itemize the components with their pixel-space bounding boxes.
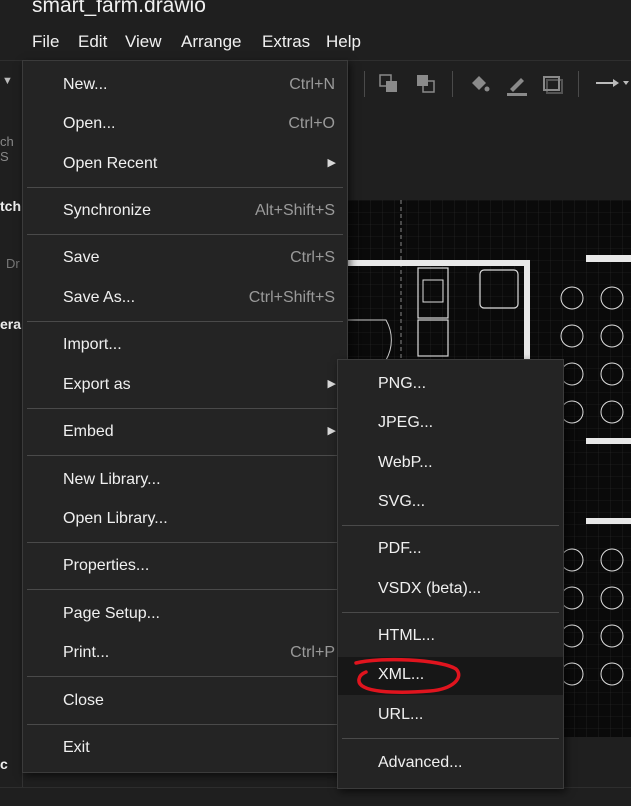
menu-file[interactable]: File <box>32 32 59 52</box>
export-svg[interactable]: SVG... <box>338 484 563 522</box>
menu-item-embed[interactable]: Embed ▶ <box>23 414 347 452</box>
export-url[interactable]: URL... <box>338 697 563 735</box>
menu-view[interactable]: View <box>125 32 162 52</box>
to-back-icon[interactable] <box>415 73 437 95</box>
canvas-margin <box>346 108 631 200</box>
menu-item-print[interactable]: Print... Ctrl+P <box>23 635 347 673</box>
menu-item-label: HTML... <box>378 627 435 644</box>
scratchpad-fragment: tch <box>0 198 21 214</box>
menu-item-label: Open Library... <box>63 510 168 527</box>
menu-item-label: New... <box>63 76 108 93</box>
menu-item-label: Open... <box>63 115 116 132</box>
file-menu: New... Ctrl+N Open... Ctrl+O Open Recent… <box>22 60 348 773</box>
shortcut-label: Ctrl+O <box>288 115 335 132</box>
menu-item-label: JPEG... <box>378 414 434 431</box>
export-xml[interactable]: XML... <box>338 657 563 695</box>
drag-hint-fragment: Dr <box>6 256 20 271</box>
menu-item-exit[interactable]: Exit <box>23 730 347 768</box>
menu-item-close[interactable]: Close <box>23 683 347 721</box>
export-html[interactable]: HTML... <box>338 618 563 656</box>
general-fragment: era <box>0 316 22 332</box>
line-color-icon[interactable] <box>505 73 529 97</box>
menu-item-label: Exit <box>63 739 90 756</box>
menu-item-label: URL... <box>378 706 424 723</box>
menu-item-label: WebP... <box>378 454 433 471</box>
menu-item-new[interactable]: New... Ctrl+N <box>23 67 347 105</box>
menu-item-label: Save <box>63 249 100 266</box>
menu-item-label: VSDX (beta)... <box>378 580 482 597</box>
export-vsdx[interactable]: VSDX (beta)... <box>338 571 563 609</box>
menu-extras[interactable]: Extras <box>262 32 310 52</box>
menu-item-label: Export as <box>63 376 131 393</box>
chevron-down-icon[interactable]: ▼ <box>2 75 13 87</box>
menu-item-label: New Library... <box>63 471 161 488</box>
submenu-arrow-icon: ▶ <box>327 425 336 437</box>
shortcut-label: Ctrl+S <box>290 249 335 266</box>
menu-item-open-recent[interactable]: Open Recent ▶ <box>23 146 347 184</box>
menu-item-properties[interactable]: Properties... <box>23 548 347 586</box>
shortcut-label: Ctrl+P <box>290 644 335 661</box>
to-front-icon[interactable] <box>378 73 400 95</box>
menu-help[interactable]: Help <box>326 32 361 52</box>
menu-item-label: Synchronize <box>63 202 152 219</box>
shortcut-label: Ctrl+Shift+S <box>248 289 335 306</box>
menu-item-label: PNG... <box>378 375 427 392</box>
menu-item-save-as[interactable]: Save As... Ctrl+Shift+S <box>23 280 347 318</box>
menu-bar: File Edit View Arrange Extras Help <box>0 30 631 58</box>
export-pdf[interactable]: PDF... <box>338 531 563 569</box>
menu-item-label: PDF... <box>378 540 422 557</box>
fill-color-icon[interactable] <box>468 73 490 95</box>
menu-item-label: Advanced... <box>378 754 463 771</box>
shadow-icon[interactable] <box>542 73 564 95</box>
menu-item-label: Open Recent <box>63 155 158 172</box>
export-webp[interactable]: WebP... <box>338 445 563 483</box>
shortcut-label: Alt+Shift+S <box>254 202 335 219</box>
menu-item-export-as[interactable]: Export as ▶ <box>23 367 347 405</box>
section-fragment: c <box>0 756 8 772</box>
submenu-arrow-icon: ▶ <box>327 378 336 390</box>
menu-item-label: Properties... <box>63 557 150 574</box>
export-jpeg[interactable]: JPEG... <box>338 405 563 443</box>
menu-item-label: Page Setup... <box>63 605 160 622</box>
connector-arrow-icon[interactable] <box>595 75 629 91</box>
submenu-arrow-icon: ▶ <box>327 157 336 169</box>
menu-item-label: Embed <box>63 423 114 440</box>
red-annotation-circle <box>354 657 461 694</box>
menu-item-label: Print... <box>63 644 110 661</box>
shortcut-label: Ctrl+N <box>289 76 335 93</box>
window-title: smart_farm.drawio <box>32 0 206 17</box>
menu-item-open-library[interactable]: Open Library... <box>23 501 347 539</box>
status-bar <box>0 787 631 806</box>
export-submenu: PNG... JPEG... WebP... SVG... PDF... VSD… <box>337 359 564 789</box>
menu-item-import[interactable]: Import... <box>23 327 347 365</box>
menu-edit[interactable]: Edit <box>78 32 107 52</box>
menu-item-open[interactable]: Open... Ctrl+O <box>23 106 347 144</box>
export-advanced[interactable]: Advanced... <box>338 745 563 783</box>
menu-item-save[interactable]: Save Ctrl+S <box>23 240 347 278</box>
menu-item-synchronize[interactable]: Synchronize Alt+Shift+S <box>23 193 347 231</box>
menu-item-new-library[interactable]: New Library... <box>23 462 347 500</box>
search-shapes-fragment[interactable]: ch S <box>0 134 22 164</box>
menu-arrange[interactable]: Arrange <box>181 32 241 52</box>
menu-item-label: SVG... <box>378 493 426 510</box>
menu-item-label: Save As... <box>63 289 136 306</box>
menu-item-label: Close <box>63 692 104 709</box>
menu-item-label: Import... <box>63 336 122 353</box>
menu-item-page-setup[interactable]: Page Setup... <box>23 596 347 634</box>
shape-sidebar: ch S tch Dr era c <box>0 108 23 805</box>
export-png[interactable]: PNG... <box>338 366 563 404</box>
